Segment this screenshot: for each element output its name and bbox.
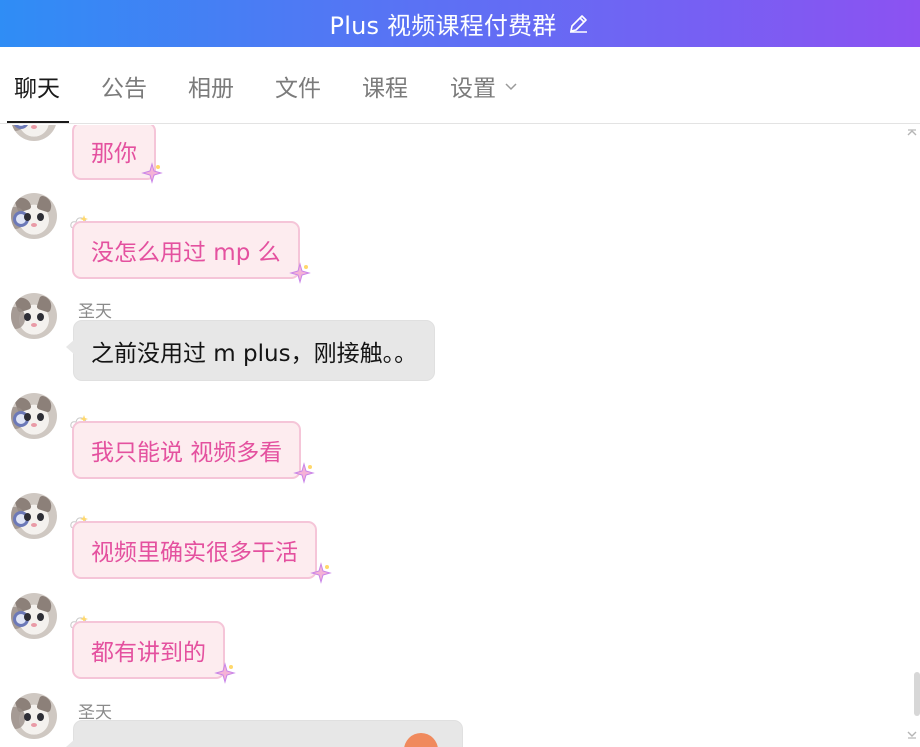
tab-label: 公告 <box>101 75 147 102</box>
sparkle-icon <box>293 462 315 484</box>
scrollbar-thumb[interactable] <box>914 672 920 716</box>
sparkle-icon <box>214 662 236 684</box>
tab-announcement[interactable]: 公告 <box>101 47 147 124</box>
message-text: 没怎么用过 mp 么 <box>91 240 281 266</box>
active-tab-indicator <box>7 121 69 123</box>
message-bubble[interactable]: 都有讲到的 <box>72 621 225 679</box>
message-text: 那你 <box>91 141 137 167</box>
avatar[interactable] <box>11 125 57 141</box>
group-title: Plus 视频课程付费群 <box>329 12 557 40</box>
scroll-up-icon[interactable] <box>906 127 918 139</box>
tab-files[interactable]: 文件 <box>275 47 321 124</box>
pencil-icon[interactable] <box>566 12 590 36</box>
message-bubble[interactable]: 我只能说 视频多看 <box>72 421 302 479</box>
tab-chat[interactable]: 聊天 <box>14 47 60 124</box>
avatar[interactable] <box>11 493 57 539</box>
avatar[interactable] <box>11 593 57 639</box>
message-bubble[interactable]: 之前没用过 m plus，刚接触。。 <box>65 320 436 381</box>
avatar[interactable] <box>11 693 57 739</box>
tab-settings[interactable]: 设置 <box>450 47 518 124</box>
tab-courses[interactable]: 课程 <box>362 47 408 124</box>
sender-name: 圣天 <box>78 302 112 322</box>
chevron-down-icon <box>504 79 518 93</box>
tab-label: 相册 <box>188 75 234 102</box>
window-title-bar: Plus 视频课程付费群 <box>0 0 920 47</box>
avatar[interactable] <box>11 193 57 239</box>
avatar[interactable] <box>11 393 57 439</box>
tab-label: 课程 <box>362 75 408 102</box>
sparkle-icon <box>289 262 311 284</box>
tab-album[interactable]: 相册 <box>188 47 234 124</box>
tab-label: 聊天 <box>14 75 60 102</box>
message-text: 都有讲到的 <box>91 640 206 666</box>
message-bubble[interactable]: 视频里确实很多干活 <box>72 521 317 579</box>
scroll-down-icon[interactable] <box>906 728 918 740</box>
message-text: 我只能说 视频多看 <box>91 440 283 466</box>
message-bubble[interactable]: 没怎么用过 mp 么 <box>72 221 300 279</box>
message-text: 视频里确实很多干活 <box>91 540 298 566</box>
message-text: 之前没用过 m plus，刚接触。。 <box>91 340 418 367</box>
avatar[interactable] <box>11 293 57 339</box>
tab-label: 文件 <box>275 75 321 102</box>
sparkle-icon <box>310 562 332 584</box>
tab-label: 设置 <box>450 75 496 102</box>
chat-message-list[interactable]: 那你 没怎么用过 mp 么 圣天 之前没用过 m plus，刚接触。。 我只能说… <box>0 125 920 747</box>
tab-bar: 聊天 公告 相册 文件 课程 设置 <box>0 47 920 124</box>
sparkle-icon <box>141 162 163 184</box>
